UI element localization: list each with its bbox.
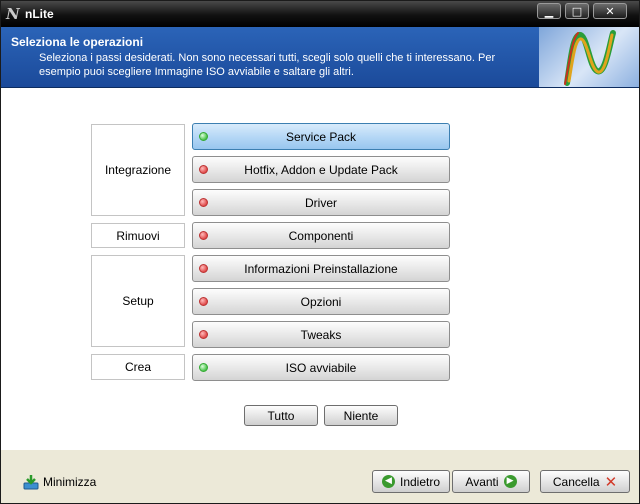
group-setup: Setup [91,255,185,347]
option-label: ISO avviabile [285,360,357,375]
close-icon: ✕ [604,472,618,491]
status-led-green-icon [199,363,208,372]
page-title: Seleziona le operazioni [11,35,144,49]
cancel-button[interactable]: Cancella ✕ [540,470,630,493]
option-driver-button[interactable]: Driver [192,189,450,216]
select-all-button[interactable]: Tutto [244,405,318,426]
status-led-red-icon [199,330,208,339]
header-banner: Seleziona le operazioni Seleziona i pass… [1,27,639,88]
option-label: Tweaks [300,327,342,342]
back-button[interactable]: ◀ Indietro [372,470,450,493]
option-label: Componenti [288,228,354,243]
page-description: Seleziona i passi desiderati. Non sono n… [39,52,496,78]
title-bar[interactable]: N nLite ▁ □ ✕ [1,1,639,27]
status-led-red-icon [199,165,208,174]
group-crea: Crea [91,354,185,380]
status-led-red-icon [199,264,208,273]
option-preinstallazione-button[interactable]: Informazioni Preinstallazione [192,255,450,282]
status-led-red-icon [199,231,208,240]
close-window-button[interactable]: ✕ [593,3,627,19]
nlite-banner-logo-icon [539,27,639,87]
status-led-red-icon [199,297,208,306]
option-label: Hotfix, Addon e Update Pack [244,162,398,177]
option-label: Service Pack [285,129,357,144]
arrow-left-icon: ◀ [381,475,395,488]
minimize-link[interactable]: Minimizza [23,474,96,490]
option-label: Driver [305,195,337,210]
footer-bar: Minimizza ◀ Indietro Avanti ▶ Cancella ✕ [1,451,639,503]
window-title: nLite [25,7,54,21]
option-opzioni-button[interactable]: Opzioni [192,288,450,315]
nlite-window: N nLite ▁ □ ✕ Seleziona le operazioni Se… [0,0,640,504]
option-label: Opzioni [300,294,342,309]
group-integrazione: Integrazione [91,124,185,216]
status-led-green-icon [199,132,208,141]
minimize-arrow-icon [23,475,39,490]
nlite-logo-icon: N [6,5,20,23]
minimize-label: Minimizza [43,475,97,489]
back-label: Indietro [399,474,441,489]
banner-logo-graphic [564,30,616,86]
minimize-window-button[interactable]: ▁ [537,3,561,19]
group-rimuovi: Rimuovi [91,223,185,248]
next-label: Avanti [465,474,499,489]
select-none-button[interactable]: Niente [324,405,398,426]
next-button[interactable]: Avanti ▶ [452,470,530,493]
option-tweaks-button[interactable]: Tweaks [192,321,450,348]
maximize-window-button[interactable]: □ [565,3,589,19]
option-componenti-button[interactable]: Componenti [192,222,450,249]
option-service-pack-button[interactable]: Service Pack [192,123,450,150]
option-label: Informazioni Preinstallazione [244,261,398,276]
option-iso-button[interactable]: ISO avviabile [192,354,450,381]
arrow-right-icon: ▶ [503,475,517,488]
cancel-label: Cancella [552,474,600,489]
status-led-red-icon [199,198,208,207]
option-hotfix-button[interactable]: Hotfix, Addon e Update Pack [192,156,450,183]
